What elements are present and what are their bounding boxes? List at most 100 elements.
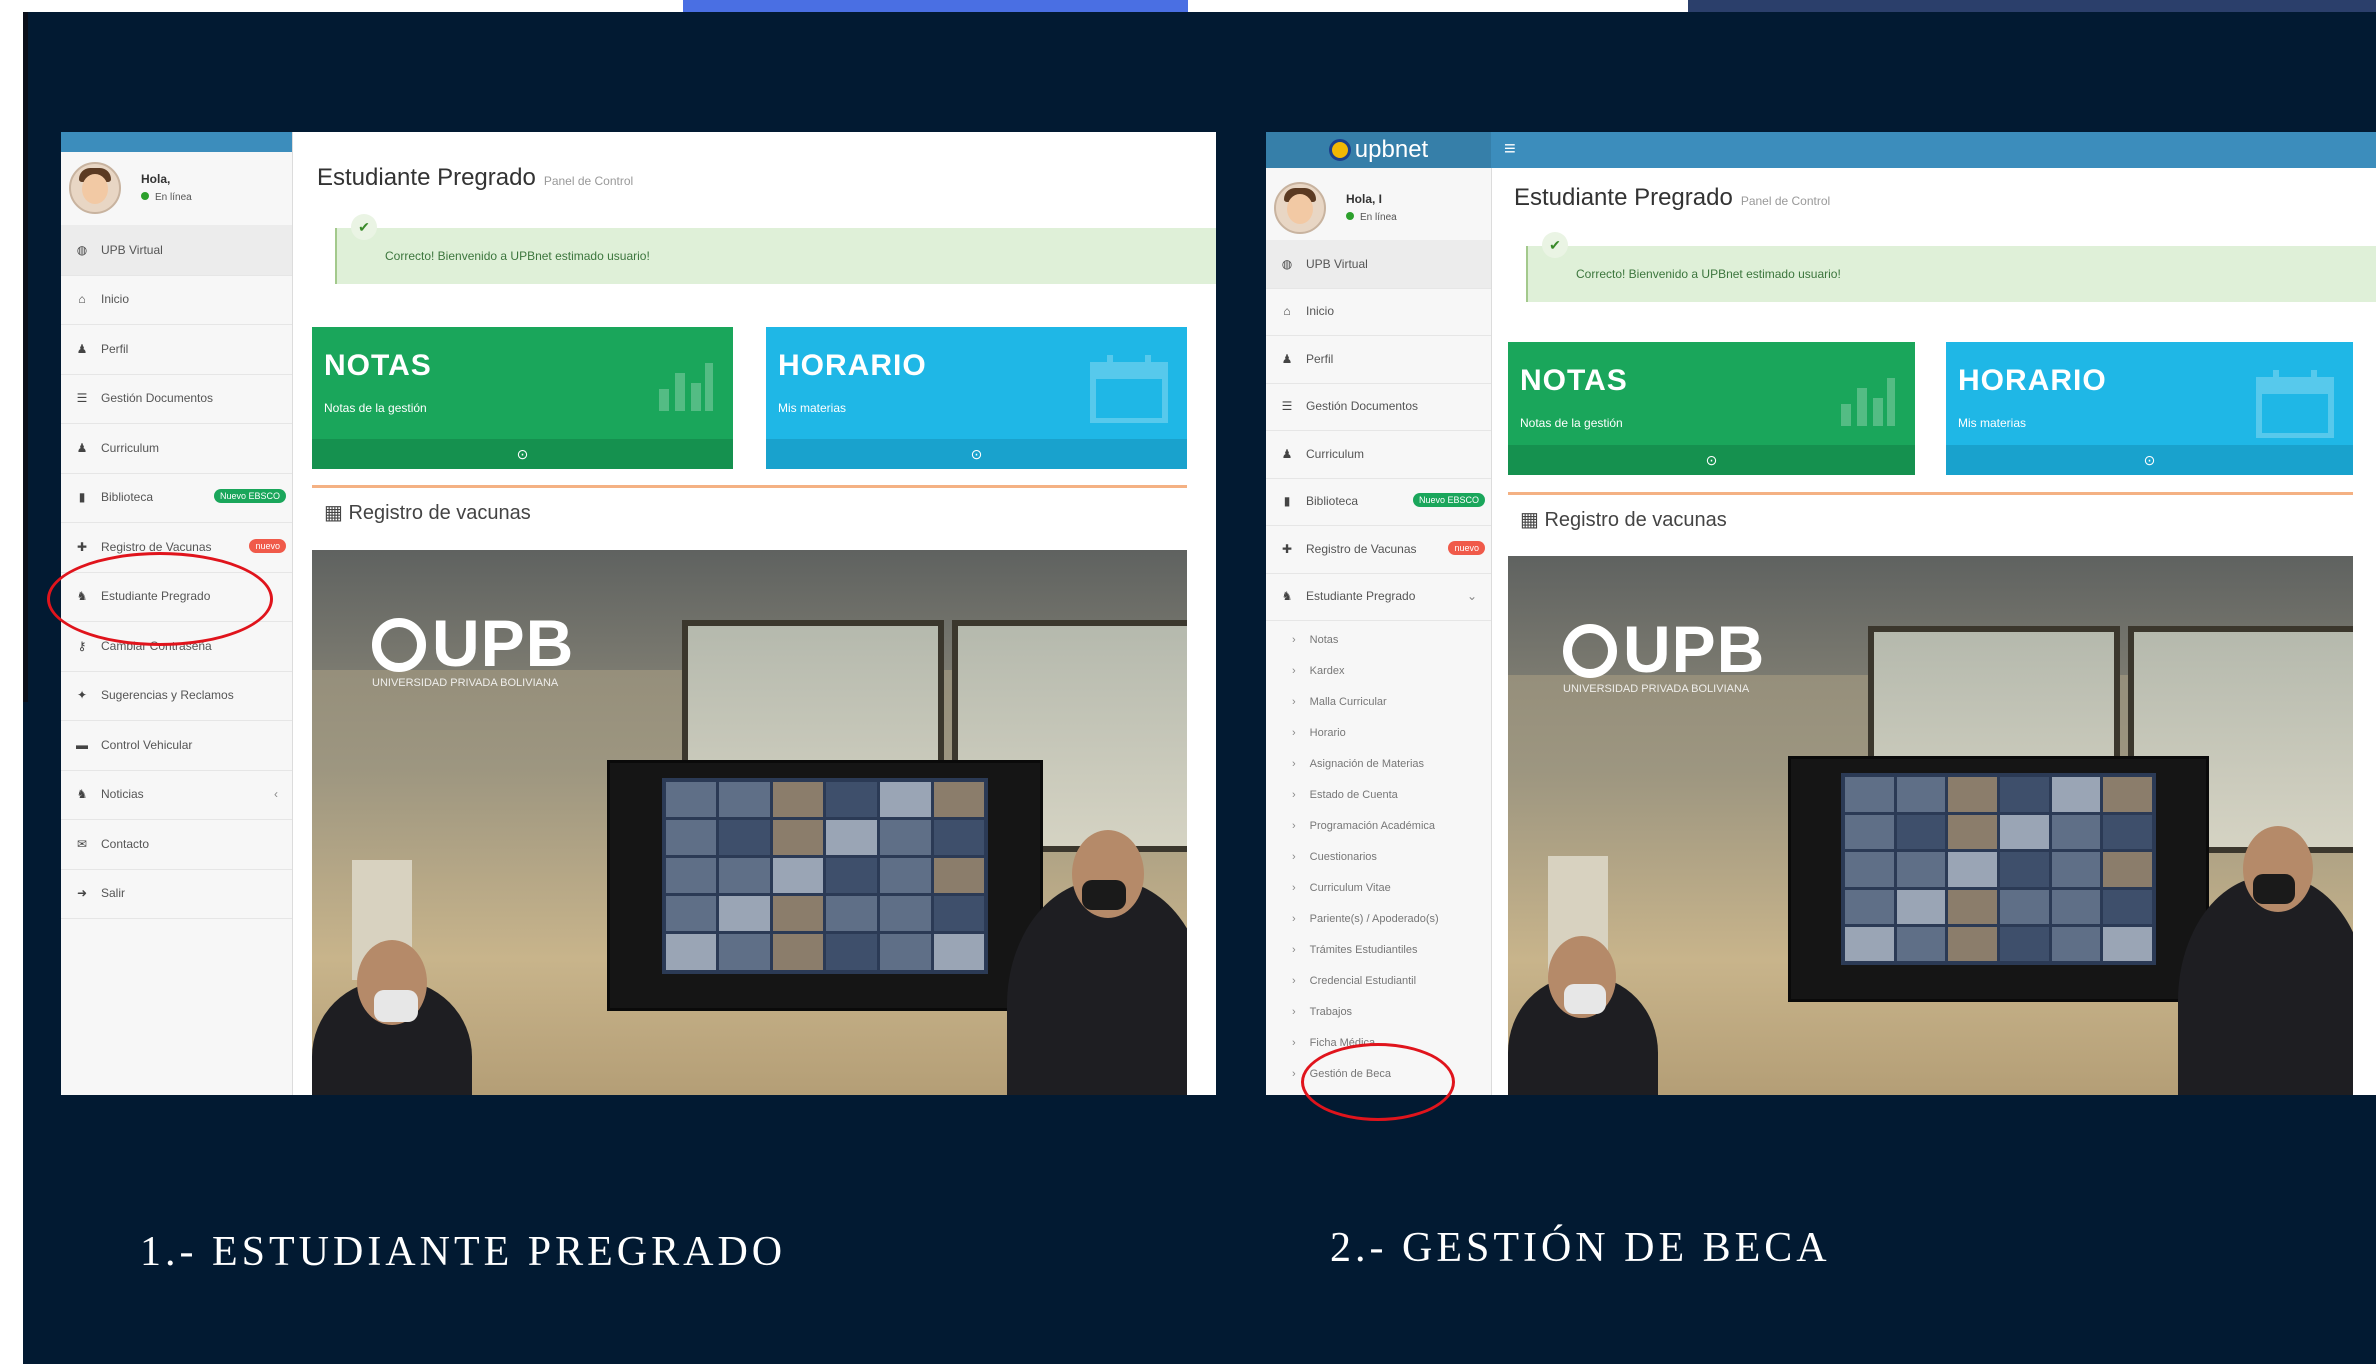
brand-bar: upbnet: [1266, 132, 1491, 168]
submenu-item-label: Horario: [1309, 726, 1346, 739]
sidebar-item-inicio[interactable]: ⌂ Inicio: [61, 275, 292, 325]
upb-logo: UPB UNIVERSIDAD PRIVADA BOLIVIANA: [1563, 612, 1766, 695]
plus-icon: ✚: [76, 539, 88, 554]
submenu-item[interactable]: › Estado de Cuenta: [1266, 779, 1491, 810]
submenu-item[interactable]: › Trabajos: [1266, 996, 1491, 1027]
tile-horario[interactable]: HORARIO Mis materias ⊙: [766, 327, 1187, 469]
brand-bar: [61, 132, 292, 152]
users-icon: ♞: [76, 787, 88, 802]
menu-badge: Nuevo EBSCO: [1412, 493, 1485, 508]
alert-text: Correcto! Bienvenido a UPBnet estimado u…: [1576, 267, 1841, 281]
chevron-icon: ‹: [274, 787, 278, 802]
sidebar-item-control-vehicular[interactable]: ▬ Control Vehicular: [61, 720, 292, 771]
calendar-icon: ▦: [1520, 509, 1539, 531]
sidebar-item-label: Curriculum: [1306, 446, 1365, 461]
tile-footer[interactable]: ⊙: [1946, 445, 2353, 475]
chevron-right-icon: ›: [1292, 664, 1296, 677]
highlight-circle-estudiante-pregrado: [47, 552, 273, 646]
sidebar-item-label: Salir: [101, 886, 126, 901]
avatar: [69, 162, 121, 214]
submenu-item[interactable]: › Curriculum Vitae: [1266, 872, 1491, 903]
sidebar-item-label: Perfil: [1306, 351, 1334, 366]
page-subtitle: Panel de Control: [543, 174, 634, 188]
caption-step-1: 1.- ESTUDIANTE PREGRADO: [140, 1229, 787, 1275]
tile-footer[interactable]: ⊙: [312, 439, 733, 469]
submenu-item-label: Kardex: [1309, 664, 1345, 677]
chevron-right-icon: ›: [1292, 974, 1296, 987]
sidebar-item-sugerencias-y-reclamos[interactable]: ✦ Sugerencias y Reclamos: [61, 671, 292, 721]
list-icon: ☰: [1281, 399, 1293, 414]
submenu-item-label: Trabajos: [1309, 1005, 1353, 1018]
user-icon: ♟: [76, 440, 88, 455]
chevron-right-icon: ›: [1292, 1005, 1296, 1018]
tile-notas[interactable]: NOTAS Notas de la gestión ⊙: [312, 327, 733, 469]
page-title: Estudiante Pregrado Panel de Control: [1514, 184, 1831, 211]
sidebar-item-label: Curriculum: [101, 440, 160, 455]
sidebar-item-curriculum[interactable]: ♟ Curriculum: [1266, 430, 1491, 479]
globe-icon: ◍: [76, 242, 88, 257]
home-icon: ⌂: [1283, 304, 1291, 319]
check-icon: ✔: [1542, 232, 1568, 258]
sidebar-item-noticias[interactable]: ♞ Noticias ‹: [61, 770, 292, 820]
calendar-icon: [1089, 353, 1169, 428]
envelope-icon: ✉: [76, 836, 88, 851]
submenu-item[interactable]: › Kardex: [1266, 655, 1491, 686]
sidebar-item-registro-de-vacunas[interactable]: ✚ Registro de Vacunas nuevo: [1266, 525, 1491, 574]
sidebar-item-salir[interactable]: ➜ Salir: [61, 869, 292, 919]
submenu-item[interactable]: › Notas: [1266, 624, 1491, 655]
bar-chart-icon: [655, 353, 715, 418]
submenu-item[interactable]: › Trámites Estudiantiles: [1266, 934, 1491, 965]
arrow-circle-icon: ⊙: [1705, 451, 1718, 468]
tile-footer[interactable]: ⊙: [1508, 445, 1915, 475]
upbnet-logo-icon: [1328, 139, 1351, 161]
hamburger-icon[interactable]: ≡: [1504, 138, 1516, 161]
tile-subtitle: Notas de la gestión: [324, 401, 427, 415]
submenu-item[interactable]: › Asignación de Materias: [1266, 748, 1491, 779]
vaccine-section-header: ▦ Registro de vacunas: [1508, 492, 2353, 555]
video-call-screen: [1788, 756, 2209, 1002]
submenu-item[interactable]: › Credencial Estudiantil: [1266, 965, 1491, 996]
submenu-item[interactable]: › Cuestionarios: [1266, 841, 1491, 872]
sidebar-item-label: Perfil: [101, 341, 129, 356]
logo-subtitle: UNIVERSIDAD PRIVADA BOLIVIANA: [372, 677, 559, 689]
sidebar-item-label: UPB Virtual: [1306, 256, 1368, 271]
sidebar-item-curriculum[interactable]: ♟ Curriculum: [61, 423, 292, 474]
submenu-item[interactable]: › Pariente(s) / Apoderado(s): [1266, 903, 1491, 934]
submenu-item-label: Cuestionarios: [1309, 850, 1377, 863]
user-panel: Hola, I En línea: [1274, 182, 1484, 242]
signout-icon: ➜: [76, 886, 88, 901]
thumb-icon: ✦: [76, 688, 88, 703]
submenu-item[interactable]: › Programación Académica: [1266, 810, 1491, 841]
plus-icon: ✚: [1281, 541, 1293, 556]
arrow-circle-icon: ⊙: [970, 445, 983, 462]
user-icon: ♟: [76, 341, 88, 356]
sidebar-item-upb-virtual[interactable]: ◍ UPB Virtual: [61, 225, 292, 276]
submenu-item[interactable]: › Horario: [1266, 717, 1491, 748]
sidebar-item-perfil[interactable]: ♟ Perfil: [61, 324, 292, 375]
sidebar-item-upb-virtual[interactable]: ◍ UPB Virtual: [1266, 240, 1491, 289]
sidebar-item-gestion-documentos[interactable]: ☰ Gestión Documentos: [1266, 383, 1491, 431]
sidebar-item-biblioteca[interactable]: ▮ Biblioteca Nuevo EBSCO: [61, 473, 292, 523]
section-title: ▦ Registro de vacunas: [1520, 509, 1727, 531]
tile-footer[interactable]: ⊙: [766, 439, 1187, 469]
sidebar-item-estudiante-pregrado[interactable]: ♞ Estudiante Pregrado ⌄: [1266, 573, 1491, 621]
online-dot: [141, 192, 149, 200]
sidebar-item-inicio[interactable]: ⌂ Inicio: [1266, 288, 1491, 336]
logo-subtitle: UNIVERSIDAD PRIVADA BOLIVIANA: [1563, 683, 1750, 695]
success-alert: ✔ Correcto! Bienvenido a UPBnet estimado…: [335, 214, 1216, 284]
vaccine-photo: UPB UNIVERSIDAD PRIVADA BOLIVIANA: [312, 550, 1187, 1095]
key-icon: ⚷: [77, 638, 87, 653]
menu-badge: nuevo: [249, 538, 286, 553]
user-icon: ♟: [1281, 351, 1293, 366]
sidebar-item-biblioteca[interactable]: ▮ Biblioteca Nuevo EBSCO: [1266, 478, 1491, 526]
sidebar-item-gestion-documentos[interactable]: ☰ Gestión Documentos: [61, 374, 292, 424]
tile-horario[interactable]: HORARIO Mis materias ⊙: [1946, 342, 2353, 475]
user-panel: Hola, En línea: [69, 162, 289, 222]
tile-subtitle: Mis materias: [1958, 416, 2027, 430]
submenu-item[interactable]: › Malla Curricular: [1266, 686, 1491, 717]
bar-chart-icon: [1837, 368, 1897, 433]
tile-notas[interactable]: NOTAS Notas de la gestión ⊙: [1508, 342, 1915, 475]
chevron-right-icon: ›: [1292, 1036, 1296, 1049]
sidebar-item-perfil[interactable]: ♟ Perfil: [1266, 335, 1491, 384]
sidebar-item-contacto[interactable]: ✉ Contacto: [61, 819, 292, 870]
